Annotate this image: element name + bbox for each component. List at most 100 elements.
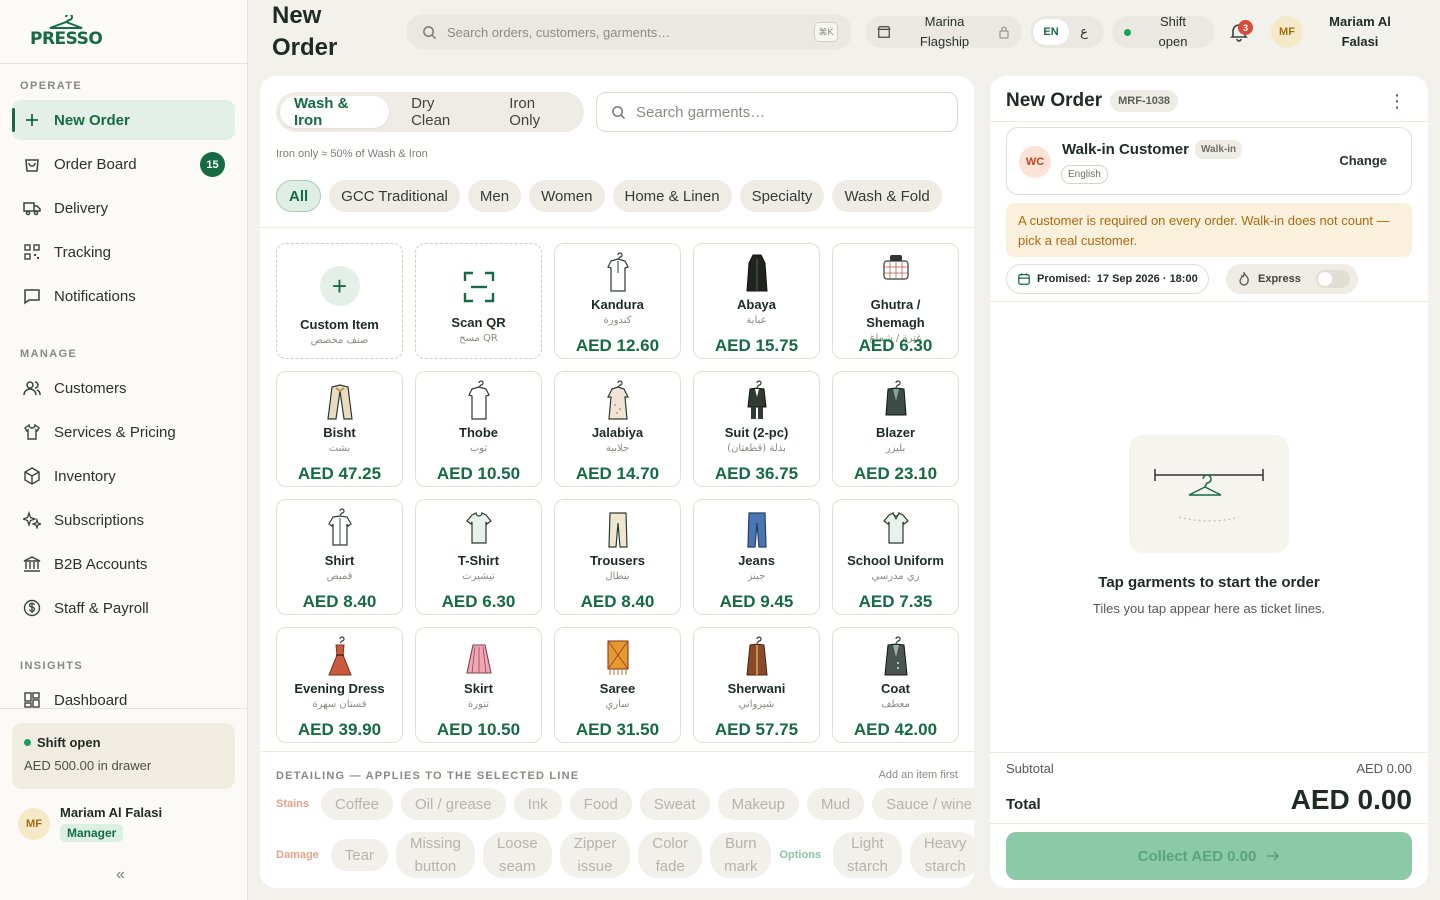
detailing-chip[interactable]: Ink [513, 788, 562, 820]
garment-tile-abaya[interactable]: Abaya عباية AED 15.75 [693, 243, 820, 359]
shift-status-pill[interactable]: Shift open [1112, 14, 1215, 49]
topbar: New Order Search orders, customers, garme… [248, 0, 1440, 64]
total-value: AED 0.00 [1290, 784, 1412, 815]
sidebar-item-services-pricing[interactable]: Services & Pricing [12, 412, 235, 452]
detailing-chip[interactable]: Food [569, 788, 632, 820]
customer-card[interactable]: WC Walk-in Customer Walk-in English Chang… [1006, 127, 1412, 195]
language-toggle[interactable]: EN ع [1030, 16, 1104, 48]
shift-card[interactable]: Shift open AED 500.00 in drawer [12, 723, 235, 789]
collapse-sidebar-button[interactable]: « [116, 866, 125, 884]
sidebar-item-b2b-accounts[interactable]: B2B Accounts [12, 544, 235, 584]
express-switch[interactable] [1316, 270, 1350, 288]
detailing-chip[interactable]: Tear [330, 839, 388, 871]
garment-tile-jeans[interactable]: Jeans جينز AED 9.45 [693, 499, 820, 615]
garment-tile-school-uniform[interactable]: School Uniform زي مدرسي AED 7.35 [832, 499, 959, 615]
tab-dry-clean[interactable]: Dry Clean [397, 95, 487, 129]
category-chip-men[interactable]: Men [467, 180, 522, 212]
sidebar-item-order-board[interactable]: Order Board 15 [12, 144, 235, 184]
collect-payment-button[interactable]: Collect AED 0.00 [1006, 832, 1412, 880]
sidebar-user[interactable]: MF Mariam Al Falasi Manager [12, 805, 235, 842]
sidebar-item-delivery[interactable]: Delivery [12, 188, 235, 228]
sidebar-item-label: Services & Pricing [54, 423, 176, 441]
tile-price: AED 23.10 [853, 464, 938, 483]
users-icon [22, 378, 42, 398]
sidebar-item-customers[interactable]: Customers [12, 368, 235, 408]
tab-iron-only[interactable]: Iron Only [495, 95, 580, 129]
detailing-chip[interactable]: Missing button [395, 832, 475, 878]
garment-tile-suit-2-pc[interactable]: Suit (2-pc) بدلة (قطعتان) AED 36.75 [693, 371, 820, 487]
calendar-icon [1018, 273, 1030, 285]
tile-arabic-name: بنطال [605, 571, 630, 582]
detailing-chip[interactable]: Mud [806, 788, 865, 820]
global-search-input[interactable]: Search orders, customers, garments… ⌘K [406, 14, 852, 50]
more-icon[interactable]: ⋮ [1388, 91, 1406, 112]
garment-tile-ghutra-shemagh[interactable]: Ghutra / Shemagh غترة / شماغ AED 6.30 [832, 243, 959, 359]
express-toggle[interactable]: Express [1226, 264, 1358, 294]
garment-tile-thobe[interactable]: Thobe ثوب AED 10.50 [415, 371, 542, 487]
sidebar-item-subscriptions[interactable]: Subscriptions [12, 500, 235, 540]
category-chip-gcc-traditional[interactable]: GCC Traditional [329, 180, 460, 212]
sidebar-item-notifications[interactable]: Notifications [12, 276, 235, 316]
garment-tile-blazer[interactable]: Blazer بليزر AED 23.10 [832, 371, 959, 487]
detailing-chip[interactable]: Oil / grease [400, 788, 506, 820]
change-customer-button[interactable]: Change [1339, 153, 1387, 168]
category-chip-women[interactable]: Women [529, 180, 605, 212]
detailing-chip[interactable]: Light starch [833, 832, 902, 878]
box-icon [22, 466, 42, 486]
category-chip-all[interactable]: All [276, 180, 322, 212]
sidebar-item-staff-payroll[interactable]: Staff & Payroll [12, 588, 235, 628]
category-chip-specialty[interactable]: Specialty [739, 180, 825, 212]
tile-name: Saree [599, 681, 636, 696]
garment-tile-skirt[interactable]: Skirt تنورة AED 10.50 [415, 627, 542, 743]
search-icon [423, 25, 437, 39]
lang-ar[interactable]: ع [1069, 24, 1099, 40]
detailing-chip[interactable]: Loose seam [482, 832, 552, 878]
custom-item-button[interactable]: + Custom Item صنف مخصص [276, 243, 403, 359]
total-label: Total [1006, 796, 1041, 813]
garment-tile-t-shirt[interactable]: T-Shirt تيشيرت AED 6.30 [415, 499, 542, 615]
garment-tile-trousers[interactable]: Trousers بنطال AED 8.40 [554, 499, 681, 615]
sidebar-item-inventory[interactable]: Inventory [12, 456, 235, 496]
lang-en[interactable]: EN [1033, 19, 1069, 45]
avatar[interactable]: MF [1271, 16, 1303, 48]
logo-text: PRESSO [30, 28, 103, 49]
message-icon [22, 286, 42, 306]
tile-price: AED 8.40 [580, 592, 655, 611]
detailing-chip[interactable]: Makeup [717, 788, 799, 820]
garment-tile-saree[interactable]: Saree ساري AED 31.50 [554, 627, 681, 743]
top-user-name[interactable]: Mariam Al Falasi [1318, 12, 1402, 52]
garment-tile-sherwani[interactable]: Sherwani شيرواني AED 57.75 [693, 627, 820, 743]
garment-tile-coat[interactable]: Coat معطف AED 42.00 [832, 627, 959, 743]
garment-tile-bisht[interactable]: Bisht بشت AED 47.25 [276, 371, 403, 487]
detailing-chip[interactable]: Heavy starch [909, 832, 974, 878]
tab-wash-iron[interactable]: Wash & Iron [280, 95, 390, 129]
promised-date-button[interactable]: Promised: 17 Sep 2026 · 18:00 [1006, 264, 1209, 294]
detailing-title: DETAILING — APPLIES TO THE SELECTED LINE [276, 770, 580, 782]
sidebar-item-label: Delivery [54, 199, 109, 217]
garment-tile-kandura[interactable]: Kandura كندورة AED 12.60 [554, 243, 681, 359]
sidebar-item-new-order[interactable]: New Order [12, 100, 235, 140]
logo[interactable]: PRESSO [0, 0, 247, 64]
garment-tile-shirt[interactable]: Shirt قميص AED 8.40 [276, 499, 403, 615]
tile-price: AED 15.75 [714, 336, 799, 355]
sherwani-icon [737, 634, 777, 680]
store-selector[interactable]: Marina Flagship [865, 14, 1022, 49]
detailing-chip[interactable]: Color fade [638, 832, 703, 878]
detailing-chip[interactable]: Zipper issue [559, 832, 631, 878]
sidebar-item-tracking[interactable]: Tracking [12, 232, 235, 272]
sidebar-nav: OPERATE New Order Order Board 15 Delivery Tra… [0, 64, 247, 720]
empty-state-subtitle: Tiles you tap appear here as ticket line… [1092, 601, 1326, 616]
detailing-chip[interactable]: Coffee [321, 788, 393, 820]
garment-tile-jalabiya[interactable]: Jalabiya جلابية AED 14.70 [554, 371, 681, 487]
detailing-chip[interactable]: Sauce / wine [872, 788, 974, 820]
tile-price: AED 57.75 [714, 720, 799, 739]
detailing-chip[interactable]: Sweat [639, 788, 710, 820]
scan-qr-button[interactable]: Scan QR مسح QR [415, 243, 542, 359]
promised-value: 17 Sep 2026 · 18:00 [1096, 273, 1198, 285]
detailing-chip[interactable]: Burn mark [710, 832, 772, 878]
category-chip-home-linen[interactable]: Home & Linen [612, 180, 732, 212]
garment-search-input[interactable]: Search garments… [596, 92, 958, 132]
garment-tile-evening-dress[interactable]: Evening Dress فستان سهرة AED 39.90 [276, 627, 403, 743]
sidebar-item-label: Tracking [54, 243, 111, 261]
category-chip-wash-fold[interactable]: Wash & Fold [832, 180, 942, 212]
